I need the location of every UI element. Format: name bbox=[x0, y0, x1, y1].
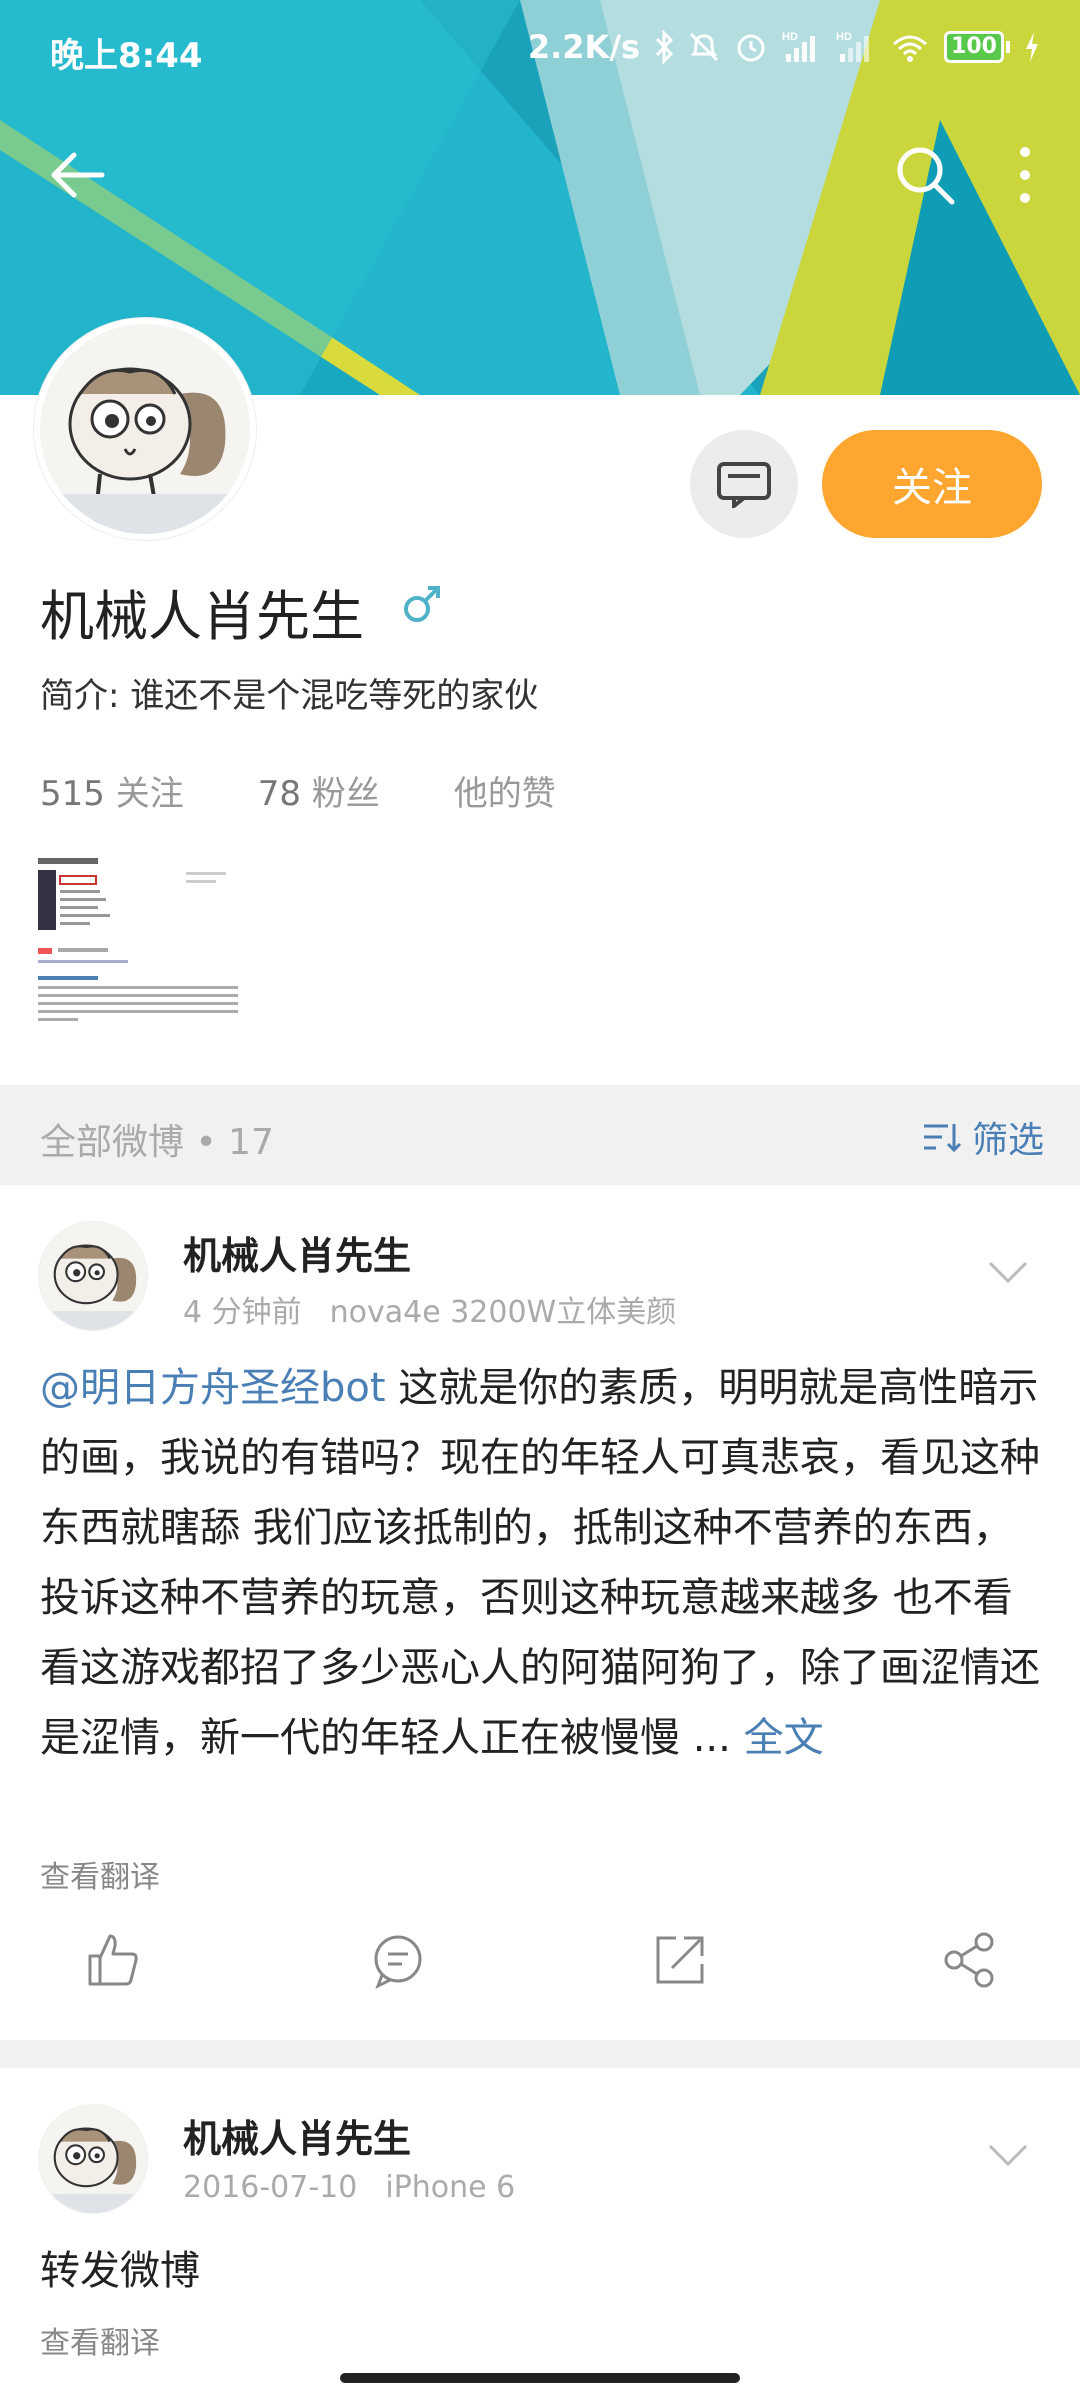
post-card: 机械人肖先生 4 分钟前 nova4e 3200W立体美颜 @明日方舟圣经bot … bbox=[0, 1185, 1080, 2040]
translate-link[interactable]: 查看翻译 bbox=[40, 2318, 160, 2362]
thumbnail-image bbox=[36, 850, 246, 1040]
stat-number: 78 bbox=[257, 774, 301, 814]
post-content: 这就是你的素质，明明就是高性暗示的画，我说的有错吗？现在的年轻人可真悲哀，看见这… bbox=[40, 1365, 1040, 1761]
male-icon bbox=[404, 586, 440, 622]
like-icon[interactable] bbox=[82, 1930, 142, 1990]
featured-thumbnail[interactable] bbox=[36, 850, 246, 1040]
message-button[interactable] bbox=[690, 430, 798, 538]
share-icon[interactable] bbox=[940, 1930, 1000, 1990]
repost-icon[interactable] bbox=[650, 1930, 710, 1990]
mute-icon bbox=[690, 32, 719, 62]
stat-label: 他的赞 bbox=[453, 774, 556, 814]
full-text-link[interactable]: 全文 bbox=[744, 1715, 824, 1761]
post-divider bbox=[0, 2040, 1080, 2068]
filter-label: 筛选 bbox=[971, 1120, 1044, 1161]
status-icons: 2.2K/s HD HD 100 bbox=[528, 28, 1040, 66]
stat-label: 关注 bbox=[104, 774, 184, 814]
post-actions bbox=[0, 1930, 1080, 2010]
post-avatar[interactable] bbox=[38, 1221, 148, 1331]
post-avatar[interactable] bbox=[38, 2104, 148, 2214]
top-navigation bbox=[0, 140, 1080, 210]
following-stat[interactable]: 515 关注 bbox=[40, 766, 184, 815]
signal-hd-icon: HD bbox=[782, 31, 816, 62]
post-time: 2016-07-10 bbox=[183, 2170, 358, 2205]
bio-text: 谁还不是个混吃等死的家伙 bbox=[130, 676, 539, 716]
profile-stats: 515 关注 78 粉丝 他的赞 bbox=[40, 766, 630, 815]
feed-title: 全部微博 • 17 bbox=[40, 1122, 274, 1163]
chevron-down-icon[interactable] bbox=[986, 2140, 1030, 2170]
battery-icon: 100 bbox=[944, 31, 1010, 63]
filter-icon bbox=[923, 1124, 962, 1153]
chevron-down-icon[interactable] bbox=[986, 1257, 1030, 1287]
post-meta: 4 分钟前 nova4e 3200W立体美颜 bbox=[183, 1287, 704, 1331]
likes-stat[interactable]: 他的赞 bbox=[454, 766, 556, 815]
charging-icon bbox=[1026, 32, 1038, 62]
post-author[interactable]: 机械人肖先生 bbox=[183, 1225, 411, 1280]
wifi-icon bbox=[893, 35, 928, 62]
signal-hd-icon: HD bbox=[836, 31, 870, 62]
profile-avatar[interactable] bbox=[34, 318, 256, 540]
search-icon[interactable] bbox=[890, 140, 960, 210]
home-indicator[interactable] bbox=[340, 2373, 740, 2383]
post-text: @明日方舟圣经bot 这就是你的素质，明明就是高性暗示的画，我说的有错吗？现在的… bbox=[40, 1353, 1050, 1773]
svg-text:HD: HD bbox=[782, 31, 798, 43]
post-author[interactable]: 机械人肖先生 bbox=[183, 2108, 411, 2163]
comment-icon[interactable] bbox=[368, 1930, 428, 1990]
translate-link[interactable]: 查看翻译 bbox=[40, 1852, 160, 1896]
battery-level: 100 bbox=[944, 31, 1004, 63]
feed-header: 全部微博 • 17 筛选 bbox=[0, 1085, 1080, 1185]
post-device: nova4e 3200W立体美颜 bbox=[329, 1295, 677, 1330]
message-icon bbox=[717, 462, 771, 508]
back-arrow-icon[interactable] bbox=[44, 140, 114, 210]
filter-button[interactable]: 筛选 bbox=[922, 1111, 1044, 1163]
bluetooth-icon bbox=[655, 30, 674, 64]
status-bar: 晚上8:44 2.2K/s HD HD 100 bbox=[0, 0, 1080, 100]
stat-label: 粉丝 bbox=[300, 774, 380, 814]
profile-bio: 简介: 谁还不是个混吃等死的家伙 bbox=[40, 668, 538, 717]
more-vertical-icon[interactable] bbox=[990, 140, 1060, 210]
bio-label: 简介: bbox=[40, 676, 131, 716]
network-speed: 2.2K/s bbox=[527, 28, 641, 66]
post-device: iPhone 6 bbox=[385, 2170, 516, 2205]
post-meta: 2016-07-10 iPhone 6 bbox=[183, 2170, 543, 2205]
status-time: 晚上8:44 bbox=[50, 36, 203, 76]
post-text: 转发微博 bbox=[40, 2248, 200, 2294]
avatar-illustration bbox=[39, 2105, 147, 2213]
post-card: 机械人肖先生 2016-07-10 iPhone 6 转发微博 查看翻译 bbox=[0, 2068, 1080, 2400]
svg-text:HD: HD bbox=[836, 31, 852, 43]
stat-number: 515 bbox=[40, 774, 105, 814]
post-time: 4 分钟前 bbox=[183, 1295, 302, 1330]
mention-link[interactable]: @明日方舟圣经bot bbox=[40, 1365, 386, 1411]
follow-button[interactable]: 关注 bbox=[822, 430, 1042, 538]
avatar-illustration bbox=[39, 1222, 147, 1330]
avatar-illustration bbox=[40, 324, 250, 534]
profile-name: 机械人肖先生 bbox=[40, 585, 364, 648]
followers-stat[interactable]: 78 粉丝 bbox=[258, 766, 380, 815]
alarm-icon bbox=[737, 34, 765, 62]
